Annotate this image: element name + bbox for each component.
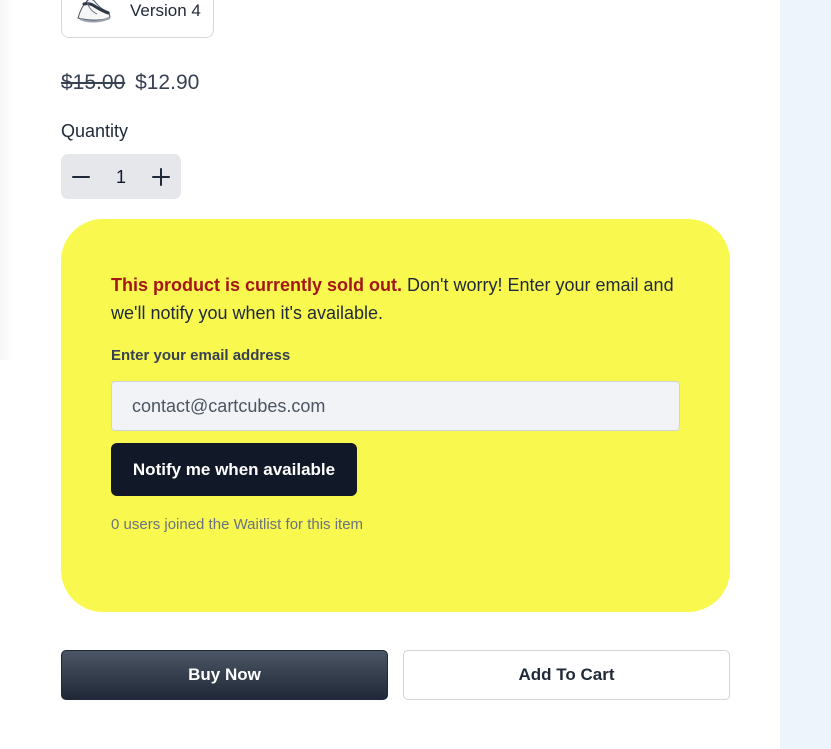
notify-me-button[interactable]: Notify me when available [111,443,357,496]
quantity-stepper[interactable]: 1 [61,154,181,199]
sneaker-icon [72,0,114,27]
waitlist-email-input[interactable] [111,381,680,431]
waitlist-count-text: 0 users joined the Waitlist for this ite… [111,516,364,533]
sold-out-alert: This product is currently sold out. [111,275,403,295]
email-address-label: Enter your email address [111,347,291,364]
increase-quantity-button[interactable] [141,154,181,199]
variant-option-version-4[interactable]: Version 4 [61,0,214,38]
decrease-quantity-button[interactable] [61,154,101,199]
sold-out-message: This product is currently sold out. Don'… [111,271,681,327]
right-side-panel [780,0,831,749]
quantity-label: Quantity [61,121,129,141]
buy-now-button[interactable]: Buy Now [61,650,388,700]
quantity-value[interactable]: 1 [101,154,141,199]
price-row: $15.00 $12.90 [61,71,199,95]
sold-out-waitlist-card: This product is currently sold out. Don'… [61,219,730,612]
product-page: Version 4 $15.00 $12.90 Quantity 1 This … [0,0,831,749]
plus-icon [152,167,170,186]
minus-icon [72,175,90,178]
add-to-cart-button[interactable]: Add To Cart [403,650,730,700]
sale-price: $12.90 [135,71,200,94]
left-edge-shadow [0,0,14,360]
variant-label: Version 4 [130,1,201,20]
original-price: $15.00 [61,71,126,94]
